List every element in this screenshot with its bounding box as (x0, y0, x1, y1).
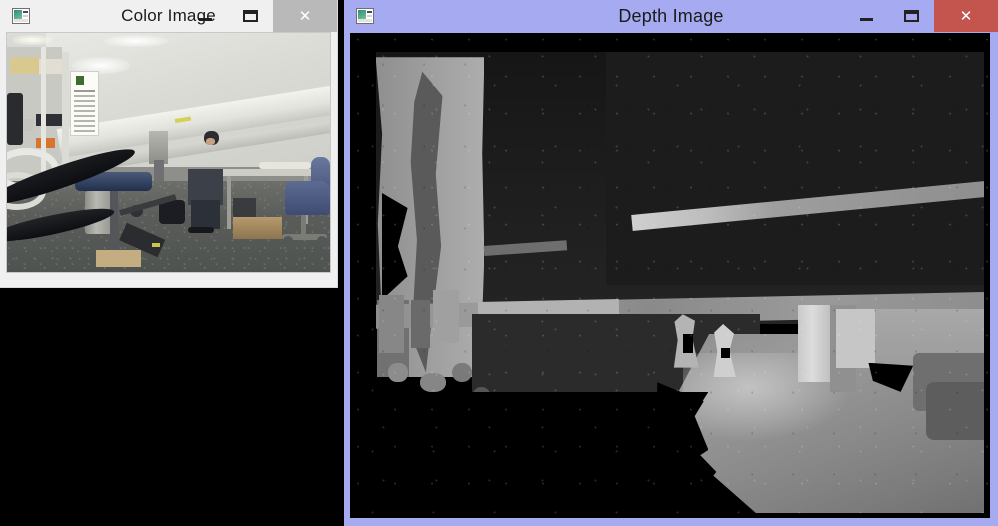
minimize-button-color-image[interactable] (183, 0, 228, 32)
minimize-icon (199, 17, 212, 21)
window-depth-image[interactable]: Depth Image ✕ (344, 0, 998, 526)
photo-person-shoes (187, 226, 214, 233)
photo-paper-sign (69, 71, 100, 136)
photo-cardboard-carton (233, 217, 282, 239)
window-controls-color-image: ✕ (183, 0, 337, 32)
photo-black-equipment (7, 92, 24, 146)
photo-wooden-base (95, 250, 142, 268)
photo-table-clutter (258, 162, 311, 170)
maximize-icon (904, 10, 919, 22)
close-button-depth-image[interactable]: ✕ (934, 0, 998, 32)
maximize-button-color-image[interactable] (228, 0, 273, 32)
photo-ceiling-light-3 (13, 35, 53, 45)
titlebar-color-image[interactable]: Color Image ✕ (0, 0, 337, 32)
image-window-icon (12, 8, 30, 24)
photo-box-1 (10, 56, 40, 74)
photo-table-leg-left (226, 176, 231, 229)
color-image-canvas (6, 32, 331, 273)
minimize-button-depth-image[interactable] (844, 0, 889, 32)
photo-hanging-fixture-lower (153, 159, 164, 182)
photo-floor-bag (158, 200, 185, 225)
photo-drill-column (110, 190, 119, 258)
photo-chair-caster-right (317, 236, 327, 246)
photo-chair-caster-left (283, 236, 293, 246)
maximize-icon (243, 10, 258, 22)
maximize-button-depth-image[interactable] (889, 0, 934, 32)
photo-yellow-floor-mark (152, 243, 161, 247)
minimize-icon (860, 17, 873, 21)
image-window-icon (356, 8, 374, 24)
photo-person-legs (191, 200, 221, 229)
close-button-color-image[interactable]: ✕ (273, 0, 337, 32)
window-controls-depth-image: ✕ (844, 0, 998, 32)
titlebar-depth-image[interactable]: Depth Image ✕ (344, 0, 998, 32)
depth-image-canvas (350, 33, 990, 518)
photo-blue-chair (284, 181, 330, 215)
close-icon: ✕ (298, 6, 312, 25)
depth-frame (350, 33, 990, 518)
close-icon: ✕ (959, 6, 973, 25)
window-color-image[interactable]: Color Image ✕ (0, 0, 338, 288)
depth-sensor-noise (350, 33, 990, 518)
color-frame (7, 33, 330, 272)
photo-chair-column (300, 214, 306, 237)
